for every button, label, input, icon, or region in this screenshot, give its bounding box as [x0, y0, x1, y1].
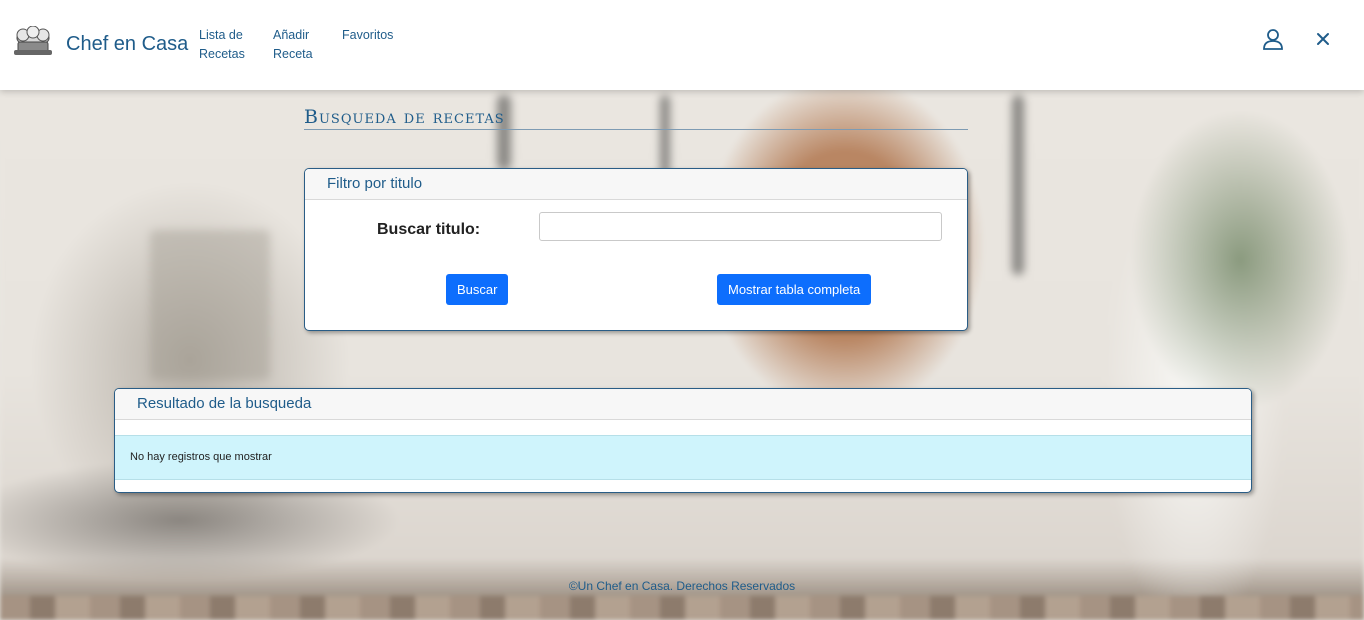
nav-anadir-receta-line2: Receta	[273, 47, 313, 61]
results-card-header: Resultado de la busqueda	[115, 389, 1251, 420]
nav-anadir-receta-line1: Añadir	[273, 28, 310, 42]
close-icon[interactable]	[1313, 29, 1333, 49]
buscar-button[interactable]: Buscar	[446, 274, 509, 305]
nav-lista-recetas-line2: Recetas	[199, 47, 245, 61]
chef-hat-logo[interactable]	[12, 26, 54, 58]
mostrar-tabla-completa-button[interactable]: Mostrar tabla completa	[717, 274, 872, 305]
results-card: Resultado de la busqueda No hay registro…	[114, 388, 1252, 493]
user-icon[interactable]	[1262, 28, 1284, 50]
brand-title[interactable]: Chef en Casa	[66, 33, 188, 56]
nav-lista-recetas[interactable]: Lista de Recetas	[199, 26, 245, 64]
buscar-titulo-input[interactable]	[539, 212, 942, 241]
buscar-titulo-label: Buscar titulo:	[377, 221, 481, 238]
nav-anadir-receta[interactable]: Añadir Receta	[273, 26, 313, 64]
filter-card-header: Filtro por titulo	[305, 169, 967, 200]
empty-results-message: No hay registros que mostrar	[115, 435, 1251, 480]
navbar: Chef en Casa Lista de Recetas Añadir Rec…	[0, 0, 1364, 90]
nav-favoritos[interactable]: Favoritos	[342, 26, 393, 45]
footer-copyright: ©Un Chef en Casa. Derechos Reservados	[568, 579, 796, 593]
nav-lista-recetas-line1: Lista de	[199, 28, 243, 42]
page-title: Busqueda de recetas	[304, 106, 968, 130]
filter-card: Filtro por titulo Buscar titulo: Buscar …	[304, 168, 968, 331]
nav-favoritos-label: Favoritos	[342, 28, 394, 42]
